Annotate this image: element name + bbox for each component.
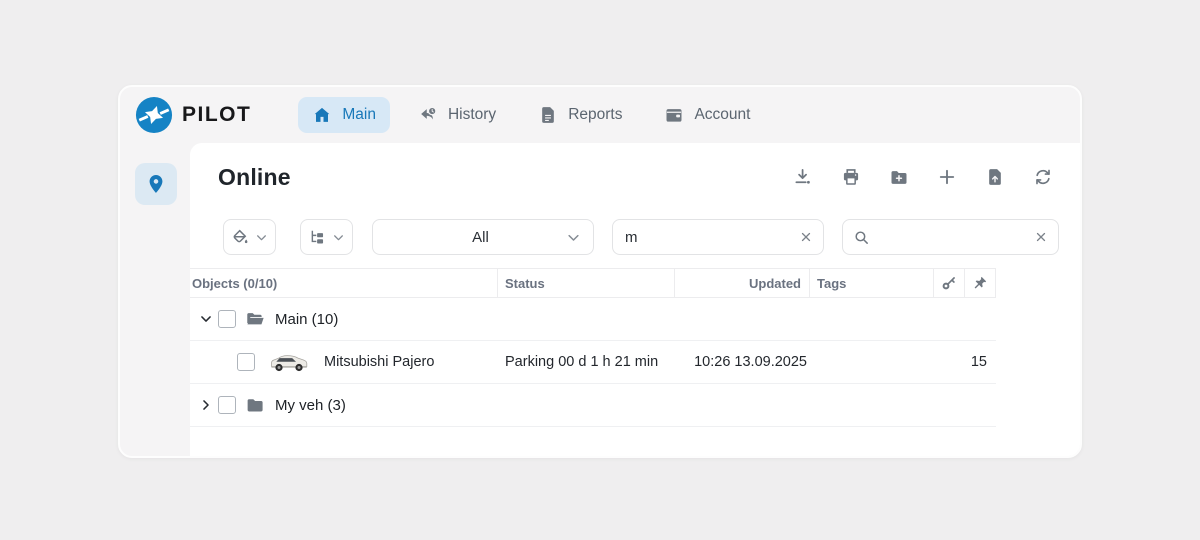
table-row-group-myveh[interactable]: My veh (3) bbox=[190, 384, 996, 427]
clear-icon[interactable] bbox=[1034, 230, 1048, 244]
map-button[interactable] bbox=[135, 163, 177, 205]
add-folder-icon bbox=[889, 167, 909, 187]
toolbar bbox=[793, 167, 1053, 187]
filter-row: All bbox=[190, 219, 1080, 255]
refresh-icon bbox=[1033, 167, 1053, 187]
nav-tab-history[interactable]: History bbox=[404, 97, 510, 133]
folder-closed-icon bbox=[245, 395, 266, 416]
brand-logo[interactable]: PILOT bbox=[135, 96, 251, 134]
search-icon bbox=[853, 229, 870, 246]
column-updated[interactable]: Updated bbox=[675, 269, 810, 297]
column-tags[interactable]: Tags bbox=[810, 269, 934, 297]
sidebar bbox=[120, 143, 190, 458]
table-row-object[interactable]: Mitsubishi Pajero Parking 00 d 1 h 21 mi… bbox=[190, 341, 996, 384]
account-icon bbox=[664, 105, 684, 125]
chevron-down-icon bbox=[566, 230, 581, 245]
updated-cell: 10:26 13.09.2025 bbox=[675, 341, 810, 383]
color-filter-dropdown[interactable] bbox=[223, 219, 276, 255]
brand-logo-icon bbox=[135, 96, 173, 134]
group-filter-dropdown[interactable] bbox=[300, 219, 353, 255]
app-body: Online bbox=[120, 143, 1080, 458]
column-status[interactable]: Status bbox=[498, 269, 675, 297]
folder-open-icon bbox=[245, 309, 266, 330]
refresh-button[interactable] bbox=[1033, 167, 1053, 187]
chevron-right-icon[interactable] bbox=[194, 398, 218, 412]
column-pinned[interactable] bbox=[965, 269, 996, 297]
group-label: My veh (3) bbox=[275, 397, 346, 414]
top-bar: PILOT Main History bbox=[120, 87, 1080, 143]
object-cell: Mitsubishi Pajero bbox=[190, 341, 498, 383]
chevron-down-icon bbox=[255, 231, 268, 244]
objects-table: Objects (0/10) Status Updated Tags bbox=[190, 268, 996, 427]
chevron-down-icon bbox=[332, 231, 345, 244]
group-label: Main (10) bbox=[275, 311, 338, 328]
object-name: Mitsubishi Pajero bbox=[324, 354, 434, 370]
content-panel: Online bbox=[190, 143, 1080, 458]
pin-off-icon bbox=[972, 275, 988, 291]
app-window: PILOT Main History bbox=[118, 85, 1082, 458]
status-cell: Parking 00 d 1 h 21 min bbox=[498, 341, 675, 383]
row-checkbox[interactable] bbox=[237, 353, 255, 371]
type-select-value: All bbox=[373, 229, 566, 246]
title-row: Online bbox=[190, 143, 1080, 205]
download-button[interactable] bbox=[793, 167, 813, 187]
type-select[interactable]: All bbox=[372, 219, 594, 255]
text-filter-input[interactable] bbox=[625, 229, 799, 246]
add-folder-button[interactable] bbox=[889, 167, 909, 187]
nav-tab-label: Account bbox=[694, 106, 750, 124]
add-button[interactable] bbox=[937, 167, 957, 187]
column-objects[interactable]: Objects (0/10) bbox=[190, 269, 498, 297]
tags-cell bbox=[810, 341, 934, 383]
download-icon bbox=[793, 167, 813, 187]
search-input[interactable] bbox=[878, 229, 1034, 246]
row-checkbox[interactable] bbox=[218, 310, 236, 328]
history-icon bbox=[418, 105, 438, 125]
import-file-button[interactable] bbox=[985, 167, 1005, 187]
map-pin-icon bbox=[145, 173, 167, 195]
value-cell: 15 bbox=[934, 341, 996, 383]
add-icon bbox=[937, 167, 957, 187]
table-header: Objects (0/10) Status Updated Tags bbox=[190, 268, 996, 298]
home-icon bbox=[312, 105, 332, 125]
reports-icon bbox=[538, 105, 558, 125]
row-checkbox[interactable] bbox=[218, 396, 236, 414]
nav-tab-label: History bbox=[448, 106, 496, 124]
table-row-group-main[interactable]: Main (10) bbox=[190, 298, 996, 341]
fill-color-icon bbox=[231, 228, 250, 247]
column-access[interactable] bbox=[934, 269, 965, 297]
brand-name: PILOT bbox=[182, 103, 251, 127]
chevron-down-icon[interactable] bbox=[194, 312, 218, 326]
vehicle-photo bbox=[269, 350, 309, 374]
nav-tab-label: Reports bbox=[568, 106, 622, 124]
text-filter-field bbox=[612, 219, 824, 255]
nav-tab-account[interactable]: Account bbox=[650, 97, 764, 133]
print-button[interactable] bbox=[841, 167, 861, 187]
nav-tab-reports[interactable]: Reports bbox=[524, 97, 636, 133]
nav-tab-main[interactable]: Main bbox=[298, 97, 390, 133]
key-icon bbox=[941, 275, 957, 291]
import-file-icon bbox=[985, 167, 1005, 187]
nav-tab-label: Main bbox=[342, 106, 376, 124]
tree-icon bbox=[308, 228, 327, 247]
clear-icon[interactable] bbox=[799, 230, 813, 244]
main-nav: Main History bbox=[298, 97, 764, 133]
print-icon bbox=[841, 167, 861, 187]
search-field bbox=[842, 219, 1059, 255]
page-title: Online bbox=[218, 164, 291, 191]
